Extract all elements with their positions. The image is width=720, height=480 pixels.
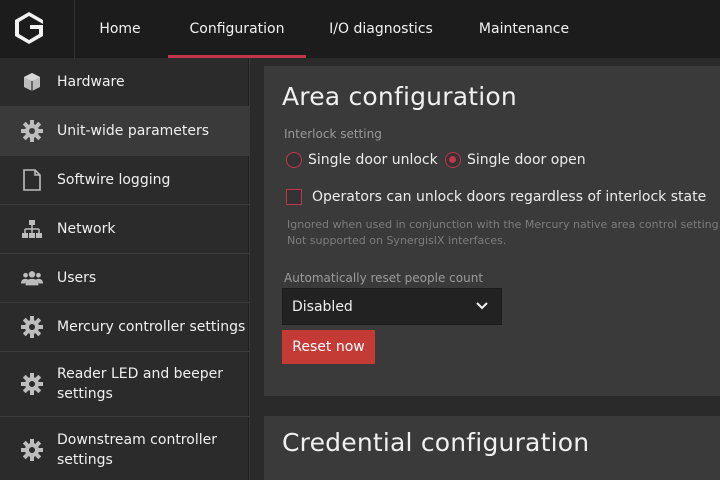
sidebar-item-label: Reader LED and beeper settings (57, 364, 223, 404)
nav-home-label: Home (99, 21, 141, 37)
sidebar-item-downstream-controller[interactable]: Downstream controller settings (0, 417, 249, 480)
hint-text-line2: Not supported on SynergisIX interfaces. (287, 234, 507, 247)
top-navigation-bar: Home Configuration I/O diagnostics Maint… (0, 0, 720, 58)
main-content[interactable]: Area configuration Interlock setting Sin… (250, 58, 720, 480)
sidebar-item-label: Hardware (57, 74, 125, 90)
radio-single-door-unlock[interactable]: Single door unlock (286, 152, 438, 168)
sidebar-item-users[interactable]: Users (0, 254, 249, 303)
area-configuration-title: Area configuration (282, 82, 517, 111)
reset-now-button[interactable]: Reset now (282, 330, 375, 364)
area-configuration-card: Area configuration Interlock setting Sin… (264, 66, 720, 396)
app-logo[interactable] (0, 0, 75, 58)
operators-unlock-checkbox[interactable]: Operators can unlock doors regardless of… (286, 189, 706, 205)
credential-configuration-card: Credential configuration (264, 416, 720, 480)
gear-icon (21, 120, 43, 142)
network-icon (21, 218, 43, 240)
sidebar-item-softwire-logging[interactable]: Softwire logging (0, 156, 249, 205)
sidebar-item-label: Unit-wide parameters (57, 123, 210, 139)
reset-now-label: Reset now (292, 339, 365, 355)
sidebar-item-label-line2: settings (57, 451, 113, 468)
dropdown-value: Disabled (292, 298, 353, 315)
reset-people-count-label: Automatically reset people count (284, 271, 484, 285)
chevron-down-icon (475, 299, 489, 317)
checkbox-box[interactable] (286, 189, 302, 205)
radio-single-door-open[interactable]: Single door open (445, 152, 586, 168)
users-icon (21, 267, 43, 289)
radio-label: Single door open (467, 152, 586, 168)
radio-circle[interactable] (445, 152, 461, 168)
gear-icon (21, 316, 43, 338)
sidebar-item-label: Downstream controller settings (57, 430, 217, 470)
nav-maintenance-label: Maintenance (478, 21, 570, 37)
sidebar: Hardware Unit-wide parameters Softwire l… (0, 58, 249, 480)
sidebar-item-network[interactable]: Network (0, 205, 249, 254)
sidebar-item-label-line1: Downstream controller (57, 431, 217, 448)
sidebar-item-unit-wide-parameters[interactable]: Unit-wide parameters (0, 107, 249, 156)
interlock-setting-label: Interlock setting (284, 127, 382, 141)
checkbox-label: Operators can unlock doors regardless of… (312, 189, 707, 205)
gear-icon (21, 373, 43, 395)
sidebar-item-mercury-controller-settings[interactable]: Mercury controller settings (0, 303, 249, 352)
nav-configuration[interactable]: Configuration (168, 0, 306, 58)
sidebar-item-hardware[interactable]: Hardware (0, 58, 249, 107)
nav-home[interactable]: Home (76, 0, 164, 58)
sidebar-item-label: Softwire logging (57, 172, 171, 188)
reset-people-count-dropdown[interactable]: Disabled (282, 288, 502, 325)
logo-icon (15, 12, 43, 44)
gear-icon (21, 438, 43, 461)
credential-configuration-title: Credential configuration (282, 428, 590, 457)
sidebar-item-reader-led-beeper[interactable]: Reader LED and beeper settings (0, 352, 249, 417)
hint-text-line1: Ignored when used in conjunction with th… (287, 218, 720, 231)
sidebar-item-label-line2: settings (57, 386, 113, 402)
cube-icon (21, 71, 43, 93)
nav-io-diagnostics-label: I/O diagnostics (329, 21, 433, 37)
document-icon (21, 169, 43, 191)
sidebar-item-label: Mercury controller settings (57, 319, 246, 335)
sidebar-item-label-line1: Reader LED and beeper (57, 366, 224, 382)
radio-circle[interactable] (286, 152, 302, 168)
nav-io-diagnostics[interactable]: I/O diagnostics (310, 0, 452, 58)
nav-maintenance[interactable]: Maintenance (456, 0, 592, 58)
radio-label: Single door unlock (308, 152, 438, 168)
sidebar-item-label: Network (57, 221, 116, 237)
sidebar-item-label: Users (57, 270, 97, 286)
nav-configuration-label: Configuration (189, 21, 285, 37)
